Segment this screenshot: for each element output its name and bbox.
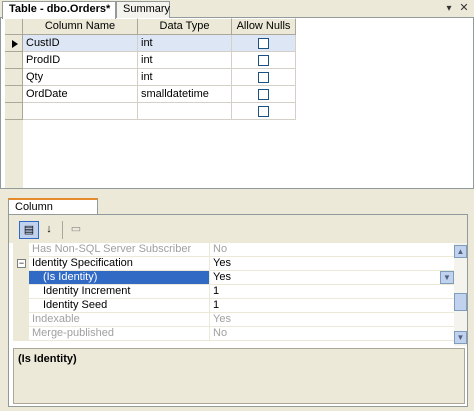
- column-name-cell[interactable]: OrdDate: [23, 86, 138, 103]
- property-scrollbar[interactable]: ▲ ▼: [454, 243, 467, 346]
- scroll-up-icon[interactable]: ▲: [454, 245, 467, 258]
- properties-tab-bar: Column Properties: [0, 196, 474, 228]
- property-name: Identity Specification: [29, 257, 210, 271]
- column-name-cell[interactable]: CustID: [23, 35, 138, 52]
- property-row[interactable]: Indexable Yes: [13, 313, 454, 327]
- property-row[interactable]: Merge-published No: [13, 327, 454, 341]
- allow-nulls-checkbox[interactable]: [258, 55, 269, 66]
- property-gutter: [13, 299, 29, 313]
- allow-nulls-cell: [232, 35, 296, 52]
- row-selector[interactable]: [5, 103, 23, 120]
- allow-nulls-header[interactable]: Allow Nulls: [232, 18, 296, 35]
- corner-header: [5, 18, 23, 35]
- property-name: Merge-published: [29, 327, 210, 341]
- allow-nulls-cell: [232, 86, 296, 103]
- property-row[interactable]: Has Non-SQL Server Subscriber No: [13, 243, 454, 257]
- alphabetical-icon[interactable]: ↓: [39, 221, 59, 239]
- property-gutter: −: [13, 257, 29, 271]
- current-row-arrow-icon: [12, 40, 18, 48]
- column-name-header[interactable]: Column Name: [23, 18, 138, 35]
- column-name-cell[interactable]: [23, 103, 138, 120]
- data-type-cell[interactable]: int: [138, 52, 232, 69]
- allow-nulls-cell: [232, 52, 296, 69]
- allow-nulls-checkbox[interactable]: [258, 89, 269, 100]
- allow-nulls-cell: [232, 103, 296, 120]
- column-properties-panel: ▤ ↓ ▭ Has Non-SQL Server Subscriber No −…: [8, 214, 468, 407]
- pin-icon[interactable]: ▾: [443, 3, 455, 15]
- properties-toolbar: ▤ ↓ ▭: [9, 215, 467, 243]
- property-gutter: [13, 327, 29, 341]
- close-icon[interactable]: ✕: [458, 2, 470, 14]
- property-value: No: [210, 327, 454, 341]
- property-name: Indexable: [29, 313, 210, 327]
- property-name: (Is Identity): [29, 271, 210, 285]
- collapse-icon[interactable]: −: [17, 259, 26, 268]
- property-description-title: (Is Identity): [18, 353, 77, 365]
- allow-nulls-checkbox[interactable]: [258, 72, 269, 83]
- data-type-cell[interactable]: int: [138, 35, 232, 52]
- property-gutter: [13, 271, 29, 285]
- property-row[interactable]: Identity Increment 1: [13, 285, 454, 299]
- property-value-text: Yes: [213, 271, 231, 283]
- data-type-header[interactable]: Data Type: [138, 18, 232, 35]
- categorized-icon[interactable]: ▤: [19, 221, 39, 239]
- data-type-cell[interactable]: smalldatetime: [138, 86, 232, 103]
- document-tab-strip: Table - dbo.Orders* Summary ▾ ✕: [0, 0, 474, 19]
- panel-splitter[interactable]: [0, 188, 474, 196]
- row-selector[interactable]: [5, 52, 23, 69]
- row-selector-gutter: [5, 120, 23, 188]
- allow-nulls-checkbox[interactable]: [258, 106, 269, 117]
- row-selector[interactable]: [5, 69, 23, 86]
- property-name: Identity Seed: [29, 299, 210, 313]
- row-selector[interactable]: [5, 35, 23, 52]
- property-gutter: [13, 285, 29, 299]
- allow-nulls-checkbox[interactable]: [258, 38, 269, 49]
- property-row[interactable]: Identity Seed 1: [13, 299, 454, 313]
- row-selector[interactable]: [5, 86, 23, 103]
- property-value-dropdown[interactable]: Yes ▼: [210, 271, 454, 285]
- scroll-down-icon[interactable]: ▼: [454, 331, 467, 344]
- tab-column-properties[interactable]: Column Properties: [8, 198, 98, 228]
- allow-nulls-cell: [232, 69, 296, 86]
- scroll-thumb[interactable]: [454, 293, 467, 311]
- property-row[interactable]: − Identity Specification Yes: [13, 257, 454, 271]
- tab-table-orders[interactable]: Table - dbo.Orders*: [2, 1, 116, 19]
- property-value: Yes: [210, 313, 454, 327]
- data-type-cell[interactable]: int: [138, 69, 232, 86]
- property-grid: Has Non-SQL Server Subscriber No − Ident…: [13, 243, 454, 346]
- property-value[interactable]: 1: [210, 285, 454, 299]
- toolbar-separator: [62, 221, 63, 239]
- property-description-pane: (Is Identity): [13, 348, 465, 404]
- property-row[interactable]: (Is Identity) Yes ▼: [13, 271, 454, 285]
- data-type-cell[interactable]: [138, 103, 232, 120]
- table-designer-grid: Column Name Data Type Allow Nulls CustID…: [0, 18, 474, 188]
- property-pages-icon[interactable]: ▭: [66, 221, 86, 239]
- property-gutter: [13, 313, 29, 327]
- property-name: Identity Increment: [29, 285, 210, 299]
- tab-summary[interactable]: Summary: [116, 1, 170, 18]
- property-value[interactable]: Yes: [210, 257, 454, 271]
- property-value[interactable]: 1: [210, 299, 454, 313]
- property-value: No: [210, 243, 454, 257]
- property-name: Has Non-SQL Server Subscriber: [29, 243, 210, 257]
- column-name-cell[interactable]: ProdID: [23, 52, 138, 69]
- chevron-down-icon[interactable]: ▼: [440, 271, 454, 284]
- property-gutter: [13, 243, 29, 257]
- column-name-cell[interactable]: Qty: [23, 69, 138, 86]
